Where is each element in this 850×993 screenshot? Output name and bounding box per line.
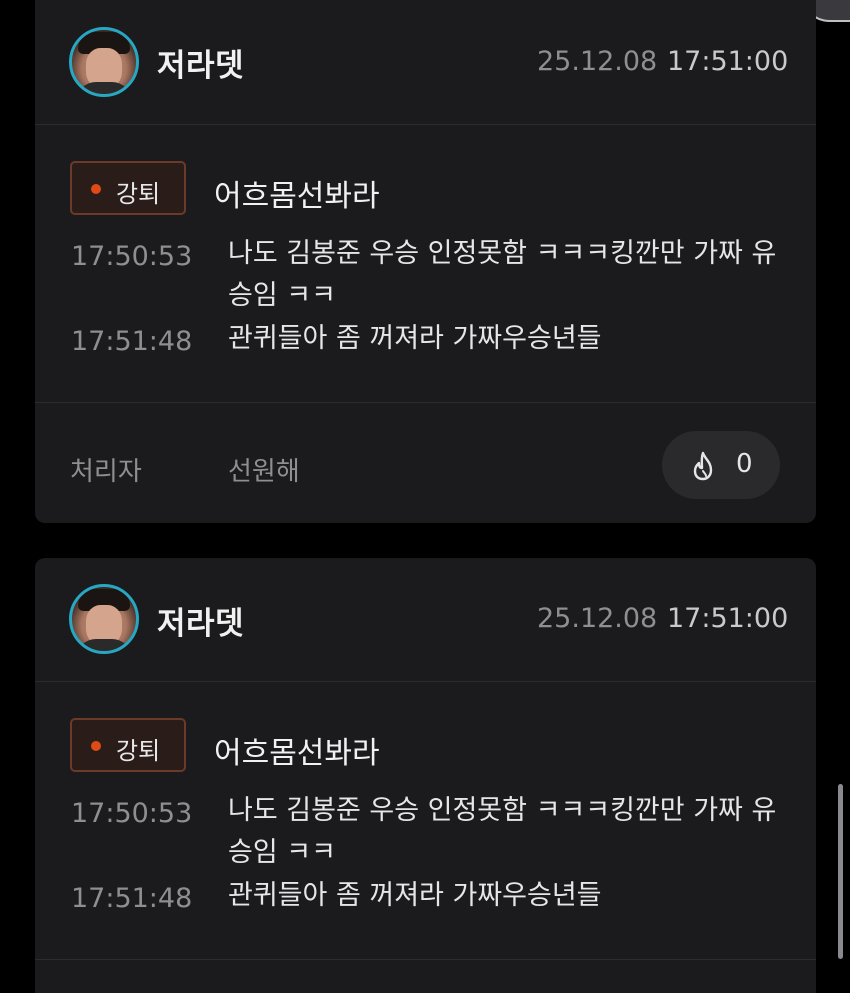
fire-count: 0: [736, 449, 753, 479]
log-date: 25.12.08: [537, 603, 658, 634]
target-user[interactable]: 어흐몸선봐라: [214, 171, 380, 215]
chat-log-text: 관퀴들아 좀 꺼져라 가짜우승년들: [228, 880, 602, 911]
fire-reaction-button[interactable]: 0: [662, 431, 780, 499]
target-user[interactable]: 어흐몸선봐라: [214, 728, 380, 772]
fire-icon: [693, 451, 713, 481]
status-dot-icon: [91, 741, 101, 751]
chat-log-time: 17:50:53: [71, 241, 193, 272]
avatar[interactable]: [69, 27, 139, 97]
moderation-log-card: 저라뎃 25.12.08 17:51:00 강퇴 어흐몸선봐라 17:50:53…: [35, 558, 816, 993]
username[interactable]: 저라뎃: [157, 40, 244, 85]
avatar-shirt: [76, 82, 132, 94]
action-tag-label: 강퇴: [116, 180, 161, 208]
moderation-log-card: 저라뎃 25.12.08 17:51:00 강퇴 어흐몸선봐라 17:50:53…: [35, 0, 816, 523]
scrollbar[interactable]: [838, 784, 843, 959]
log-time-header: 17:51:00: [667, 46, 789, 77]
avatar[interactable]: [69, 584, 139, 654]
card-header: 저라뎃 25.12.08 17:51:00: [35, 558, 816, 682]
chat-log-text: 관퀴들아 좀 꺼져라 가짜우승년들: [228, 323, 602, 354]
avatar-shirt: [76, 639, 132, 651]
action-tag: 강퇴: [70, 718, 186, 772]
chat-log-time: 17:51:48: [71, 883, 193, 914]
card-footer: 처리자 선원해 0: [35, 403, 816, 525]
card-body: 강퇴 어흐몸선봐라 17:50:53 나도 김봉준 우승 인정못함 ㅋㅋㅋ킹깐만…: [35, 125, 816, 403]
card-header: 저라뎃 25.12.08 17:51:00: [35, 0, 816, 125]
log-date: 25.12.08: [537, 46, 658, 77]
chat-log-time: 17:50:53: [71, 798, 193, 829]
chat-log-text: 나도 김봉준 우승 인정못함 ㅋㅋㅋ킹깐만 가짜 유승임 ㅋㅋ: [228, 795, 777, 868]
status-dot-icon: [91, 184, 101, 194]
handler-label: 처리자: [70, 457, 142, 487]
card-body: 강퇴 어흐몸선봐라 17:50:53 나도 김봉준 우승 인정못함 ㅋㅋㅋ킹깐만…: [35, 682, 816, 960]
log-time-header: 17:51:00: [667, 603, 789, 634]
chat-log-time: 17:51:48: [71, 326, 193, 357]
handler-name: 선원해: [228, 457, 300, 487]
app-viewport: 저라뎃 25.12.08 17:51:00 강퇴 어흐몸선봐라 17:50:53…: [0, 0, 850, 993]
action-tag: 강퇴: [70, 161, 186, 215]
action-tag-label: 강퇴: [116, 737, 161, 765]
chat-log-text: 나도 김봉준 우승 인정못함 ㅋㅋㅋ킹깐만 가짜 유승임 ㅋㅋ: [228, 238, 777, 311]
username[interactable]: 저라뎃: [157, 598, 244, 643]
